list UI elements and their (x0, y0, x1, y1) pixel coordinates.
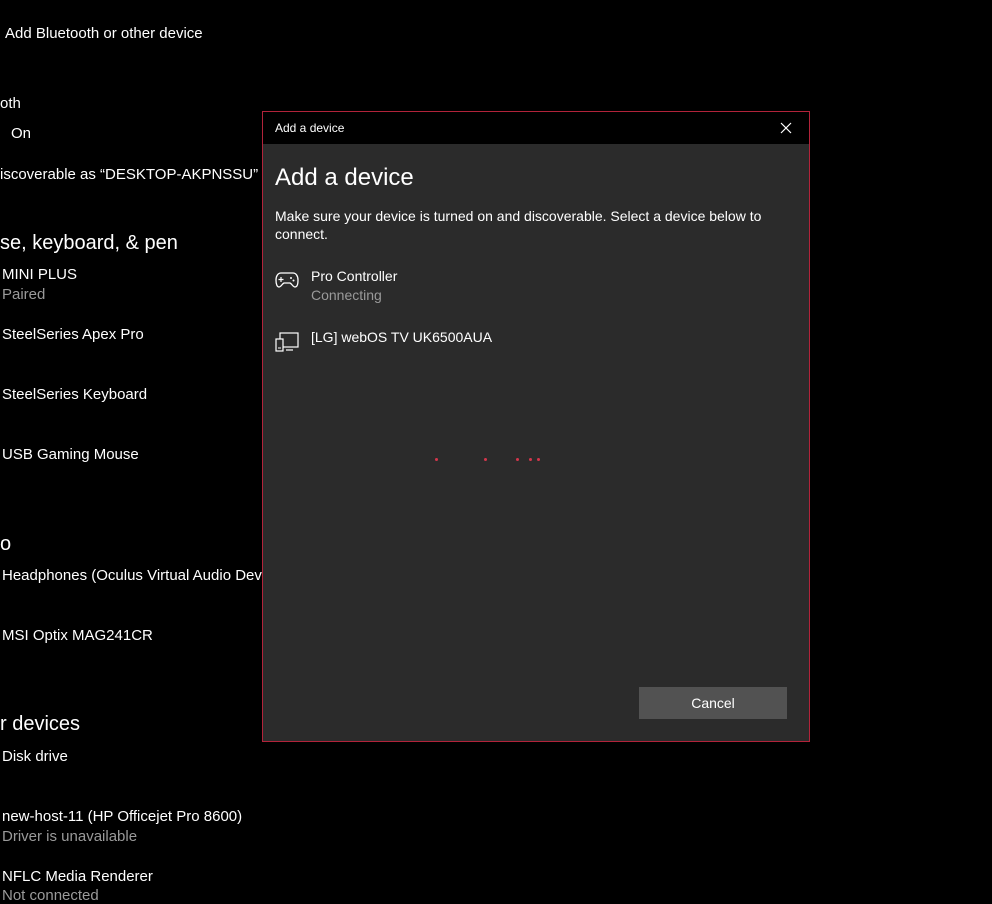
device-mini-plus[interactable]: MINI PLUS (2, 266, 77, 283)
close-button[interactable] (763, 112, 809, 144)
dialog-heading: Add a device (275, 164, 414, 191)
device-status: Driver is unavailable (2, 828, 138, 845)
device-hp-officejet[interactable]: new-host-11 (HP Officejet Pro 8600) (2, 808, 242, 825)
section-audio: o (0, 533, 12, 555)
device-apex-pro[interactable]: SteelSeries Apex Pro (2, 326, 144, 343)
display-icon (275, 332, 299, 352)
progress-dot (516, 458, 519, 461)
progress-dot (435, 458, 438, 461)
device-usb-gaming-mouse[interactable]: USB Gaming Mouse (2, 446, 139, 463)
section-mouse-keyboard-pen: se, keyboard, & pen (0, 232, 178, 254)
gamepad-icon (275, 272, 299, 288)
device-item-pro-controller[interactable]: Pro Controller Connecting (263, 262, 811, 461)
device-disk-drive[interactable]: Disk drive (2, 748, 68, 765)
device-item-lg-tv[interactable]: [LG] webOS TV UK6500AUA (263, 322, 811, 372)
dialog-titlebar[interactable]: Add a device (263, 112, 809, 144)
section-other-devices: r devices (0, 713, 81, 735)
device-headphones[interactable]: Headphones (Oculus Virtual Audio Devi (2, 567, 265, 584)
add-device-link[interactable]: Add Bluetooth or other device (5, 25, 203, 42)
bluetooth-label: oth (0, 95, 21, 112)
progress-dot (529, 458, 532, 461)
device-name: [LG] webOS TV UK6500AUA (311, 329, 493, 345)
device-nflc-media-renderer[interactable]: NFLC Media Renderer (2, 868, 153, 885)
device-status: Connecting (311, 287, 382, 303)
device-status: Paired (2, 286, 46, 303)
device-steelseries-keyboard[interactable]: SteelSeries Keyboard (2, 386, 147, 403)
device-status: Not connected (2, 887, 99, 904)
close-icon (780, 122, 792, 134)
device-name: Pro Controller (311, 268, 398, 284)
add-device-dialog: Add a device Add a device Make sure your… (262, 111, 810, 742)
bluetooth-toggle-state[interactable]: On (11, 125, 31, 142)
progress-dot (484, 458, 487, 461)
dialog-description: Make sure your device is turned on and d… (275, 208, 762, 242)
cancel-button[interactable]: Cancel (639, 687, 787, 719)
progress-dot (537, 458, 540, 461)
device-msi-optix[interactable]: MSI Optix MAG241CR (2, 627, 153, 644)
dialog-window-title: Add a device (275, 121, 345, 135)
discoverable-text: iscoverable as “DESKTOP-AKPNSSU” (0, 166, 259, 183)
